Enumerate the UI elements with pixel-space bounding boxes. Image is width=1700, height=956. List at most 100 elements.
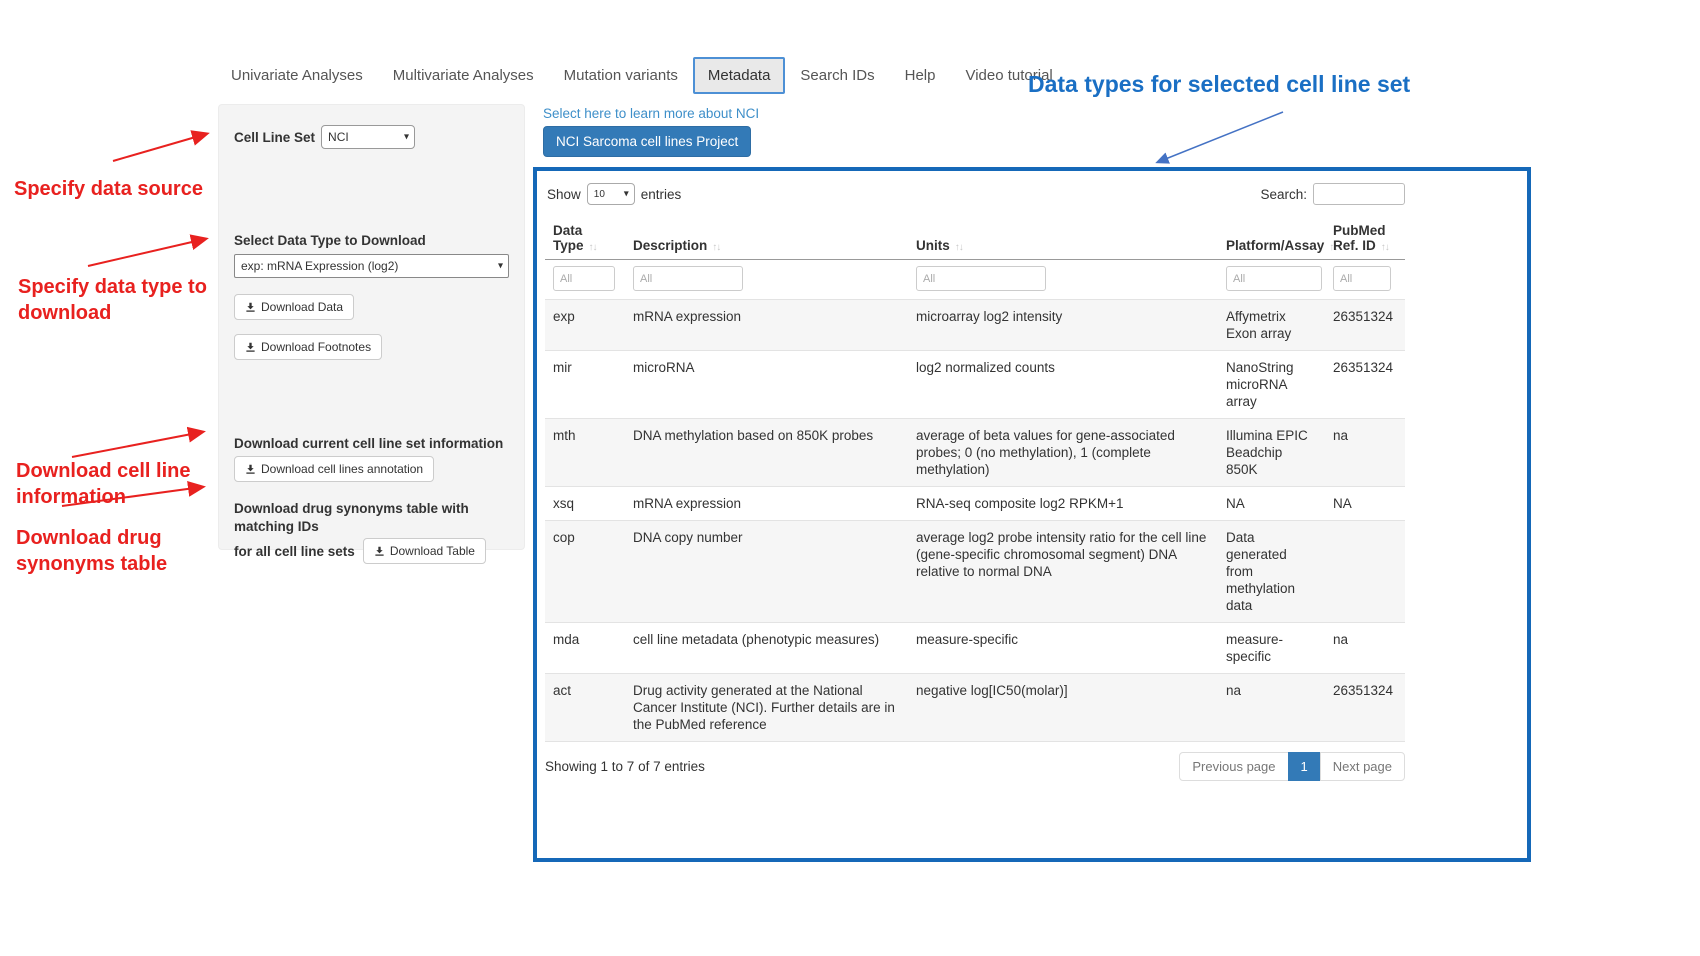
cell-pubmed-ref-id: 26351324 [1325,300,1405,351]
column-header-description[interactable]: Description↑↓ [625,219,908,260]
showing-entries-text: Showing 1 to 7 of 7 entries [545,759,705,774]
download-data-label: Download Data [261,300,343,314]
cell-line-set-select[interactable]: NCI [321,125,415,149]
download-sidebar: Cell Line Set NCI Select Data Type to Do… [218,104,525,550]
download-cell-lines-annotation-button[interactable]: Download cell lines annotation [234,456,434,482]
download-table-button[interactable]: Download Table [363,538,486,564]
cell-platform-assay: Illumina EPIC Beadchip 850K [1218,419,1325,487]
annotation-download-drug-synonyms: Download drug synonyms table [16,525,206,577]
cell-data-type: mir [545,351,625,419]
search-input[interactable] [1313,183,1405,205]
data-type-select[interactable]: exp: mRNA Expression (log2) [234,254,509,278]
cell-pubmed-ref-id: na [1325,623,1405,674]
learn-more-link[interactable]: Select here to learn more about NCI [543,106,759,121]
cell-pubmed-ref-id: NA [1325,487,1405,521]
cell-platform-assay: NanoString microRNA array [1218,351,1325,419]
cell-platform-assay: Data generated from methylation data [1218,521,1325,623]
entries-label: entries [641,187,682,202]
tab-metadata[interactable]: Metadata [693,57,786,94]
column-header-platform-assay[interactable]: Platform/Assay↑↓ [1218,219,1325,260]
cell-description: mRNA expression [625,487,908,521]
page-1-button[interactable]: 1 [1288,752,1321,781]
cell-platform-assay: na [1218,674,1325,742]
cell-data-type: act [545,674,625,742]
red-arrow-data-type [88,239,205,266]
cell-description: DNA methylation based on 850K probes [625,419,908,487]
cell-line-info-heading: Download current cell line set informati… [234,436,509,451]
cell-units: average log2 probe intensity ratio for t… [908,521,1218,623]
cell-pubmed-ref-id [1325,521,1405,623]
download-footnotes-button[interactable]: Download Footnotes [234,334,382,360]
cell-data-type: xsq [545,487,625,521]
cell-platform-assay: Affymetrix Exon array [1218,300,1325,351]
data-types-panel: Show 10 entries Search: Data Type↑↓ Desc… [533,167,1531,862]
cell-data-type: mth [545,419,625,487]
pagination: Previous page 1 Next page [1179,752,1405,781]
sort-icon[interactable]: ↑↓ [1381,242,1389,253]
annotation-specify-data-source: Specify data source [14,176,224,202]
download-icon [245,342,256,353]
cell-units: average of beta values for gene-associat… [908,419,1218,487]
drug-synonyms-heading-line2: for all cell line sets [234,544,355,559]
cell-platform-assay: NA [1218,487,1325,521]
column-header-units[interactable]: Units↑↓ [908,219,1218,260]
download-table-label: Download Table [390,544,475,558]
blue-arrow-data-types [1158,112,1283,162]
page-length-select[interactable]: 10 [587,183,635,205]
download-annotation-label: Download cell lines annotation [261,462,423,476]
red-arrow-data-source [113,134,206,161]
table-row: xsqmRNA expressionRNA-seq composite log2… [545,487,1405,521]
previous-page-button[interactable]: Previous page [1179,752,1288,781]
cell-description: mRNA expression [625,300,908,351]
cell-description: cell line metadata (phenotypic measures) [625,623,908,674]
chevron-down-icon: NCI [321,125,415,149]
tab-mutation-variants[interactable]: Mutation variants [549,57,693,94]
data-types-table: Data Type↑↓ Description↑↓ Units↑↓ Platfo… [545,219,1405,742]
data-type-heading: Select Data Type to Download [234,233,509,248]
sort-icon[interactable]: ↑↓ [712,242,720,253]
next-page-button[interactable]: Next page [1320,752,1405,781]
cell-data-type: exp [545,300,625,351]
table-row: mirmicroRNAlog2 normalized countsNanoStr… [545,351,1405,419]
project-button[interactable]: NCI Sarcoma cell lines Project [543,126,751,157]
show-label: Show [547,187,581,202]
tab-search-ids[interactable]: Search IDs [785,57,889,94]
search-label: Search: [1260,187,1307,202]
filter-input-units[interactable] [916,266,1046,291]
filter-input-description[interactable] [633,266,743,291]
table-row: mthDNA methylation based on 850K probesa… [545,419,1405,487]
cell-units: negative log[IC50(molar)] [908,674,1218,742]
cell-units: measure-specific [908,623,1218,674]
cell-units: log2 normalized counts [908,351,1218,419]
sort-icon[interactable]: ↑↓ [955,242,963,253]
filter-input-platform-assay[interactable] [1226,266,1322,291]
cell-pubmed-ref-id: na [1325,419,1405,487]
cell-units: microarray log2 intensity [908,300,1218,351]
tab-univariate-analyses[interactable]: Univariate Analyses [216,57,378,94]
red-arrow-cell-line-info [72,432,202,457]
drug-synonyms-heading: Download drug synonyms table with matchi… [234,500,509,536]
table-row: mdacell line metadata (phenotypic measur… [545,623,1405,674]
filter-input-pubmed[interactable] [1333,266,1391,291]
sort-icon[interactable]: ↑↓ [589,242,597,253]
table-row: expmRNA expressionmicroarray log2 intens… [545,300,1405,351]
column-header-pubmed-ref-id[interactable]: PubMed Ref. ID↑↓ [1325,219,1405,260]
annotation-data-types-note: Data types for selected cell line set [1028,71,1453,98]
cell-data-type: mda [545,623,625,674]
download-icon [245,464,256,475]
top-nav: Univariate Analyses Multivariate Analyse… [216,57,1068,94]
column-header-data-type[interactable]: Data Type↑↓ [545,219,625,260]
cell-line-set-label: Cell Line Set [234,130,315,145]
download-footnotes-label: Download Footnotes [261,340,371,354]
cell-pubmed-ref-id: 26351324 [1325,674,1405,742]
annotation-download-cell-line-info: Download cell line information [16,458,231,510]
cell-description: microRNA [625,351,908,419]
cell-units: RNA-seq composite log2 RPKM+1 [908,487,1218,521]
annotation-specify-data-type: Specify data type to download [18,274,263,326]
filter-input-data-type[interactable] [553,266,615,291]
chevron-down-icon: 10 [587,183,635,205]
cell-pubmed-ref-id: 26351324 [1325,351,1405,419]
download-icon [374,546,385,557]
tab-help[interactable]: Help [890,57,951,94]
tab-multivariate-analyses[interactable]: Multivariate Analyses [378,57,549,94]
